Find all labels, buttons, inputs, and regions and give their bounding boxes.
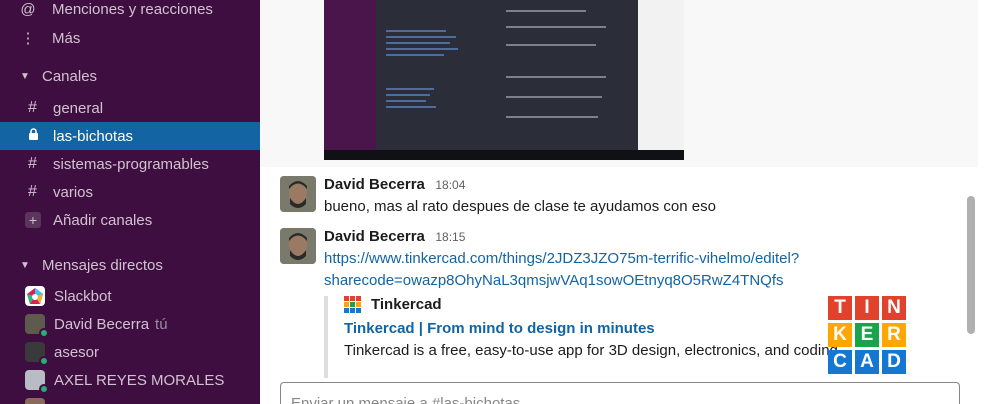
dm-name: asesor (54, 343, 100, 361)
dm-section-header[interactable]: ▼ Mensajes directos (0, 251, 260, 279)
logo-tile: R (882, 323, 906, 347)
section-title: Canales (42, 67, 98, 85)
logo-tile: N (882, 296, 906, 320)
favicon-tile (344, 308, 349, 313)
dm-item-asesor[interactable]: asesor (0, 338, 260, 366)
sidebar-item-more[interactable]: ⋮ Más (0, 24, 260, 52)
hash-icon: # (28, 183, 37, 200)
channel-name: las-bichotas (53, 127, 134, 145)
tinkercad-favicon-icon (344, 296, 361, 313)
at-icon: @ (20, 0, 36, 18)
previous-message-attachment (260, 0, 978, 167)
dm-item-cut-off[interactable] (0, 394, 260, 404)
channels-section-header[interactable]: ▼ Canales (0, 62, 260, 90)
favicon-tile (350, 296, 355, 301)
logo-tile: E (855, 323, 879, 347)
add-channels-button[interactable]: + Añadir canales (0, 206, 260, 234)
logo-tile: K (828, 323, 852, 347)
plus-icon: + (25, 212, 41, 228)
timestamp[interactable]: 18:04 (435, 178, 465, 192)
avatar[interactable] (280, 228, 316, 264)
add-channels-label: Añadir canales (53, 211, 153, 229)
section-title: Mensajes directos (42, 256, 163, 274)
dm-item-david-becerra[interactable]: David Becerra tú (0, 310, 260, 338)
channel-item-las-bichotas[interactable]: las-bichotas (0, 122, 260, 150)
hash-icon: # (28, 155, 37, 172)
link-preview-description: Tinkercad is a free, easy-to-use app for… (344, 342, 843, 359)
channel-item-varios[interactable]: # varios (0, 178, 260, 206)
sidebar-item-label: Menciones y reacciones (52, 0, 213, 18)
dm-item-axel-reyes-morales[interactable]: AXEL REYES MORALES (0, 366, 260, 394)
logo-tile: A (855, 350, 879, 374)
link-preview: Tinkercad Tinkercad | From mind to desig… (324, 296, 906, 378)
more-vertical-icon: ⋮ (20, 30, 36, 47)
message-text: bueno, mas al rato despues de clase te a… (324, 198, 716, 215)
link-preview-title[interactable]: Tinkercad | From mind to design in minut… (344, 320, 655, 337)
logo-tile: I (855, 296, 879, 320)
sidebar-item-mentions[interactable]: @ Menciones y reacciones (0, 0, 260, 23)
presence-online-icon (39, 328, 49, 338)
avatar (25, 398, 45, 404)
channel-item-general[interactable]: # general (0, 94, 260, 122)
dm-name: Slackbot (54, 287, 112, 305)
site-name: Tinkercad (371, 296, 442, 313)
favicon-tile (356, 302, 361, 307)
message-item[interactable]: David Becerra 18:15 https://www.tinkerca… (280, 228, 960, 378)
link-preview-site: Tinkercad (344, 296, 442, 313)
message-pane: David Becerra 18:04 bueno, mas al rato d… (260, 0, 988, 404)
message-link-line-2[interactable]: sharecode=owazp8OhyNaL3qmsjwVAq1sowOEtny… (324, 270, 799, 292)
presence-online-icon (39, 356, 49, 366)
channel-name: sistemas-programables (53, 155, 209, 173)
favicon-tile (356, 296, 361, 301)
slackbot-avatar-icon (25, 286, 45, 306)
dm-name: AXEL REYES MORALES (54, 371, 225, 389)
presence-online-icon (39, 384, 49, 394)
self-indicator: tú (155, 315, 168, 333)
avatar (25, 314, 49, 338)
avatar[interactable] (280, 176, 316, 212)
sidebar: @ Menciones y reacciones ⋮ Más ▼ Canales… (0, 0, 260, 404)
avatar (25, 342, 49, 366)
message-body: https://www.tinkercad.com/things/2JDZ3JZ… (324, 248, 799, 292)
logo-tile: C (828, 350, 852, 374)
favicon-tile (350, 302, 355, 307)
channel-item-sistemas-programables[interactable]: # sistemas-programables (0, 150, 260, 178)
author-name[interactable]: David Becerra (324, 228, 425, 245)
avatar (25, 370, 49, 394)
favicon-tile (344, 302, 349, 307)
author-name[interactable]: David Becerra (324, 176, 425, 193)
timestamp[interactable]: 18:15 (435, 230, 465, 244)
attached-screenshot-image[interactable] (324, 0, 684, 160)
dm-name: David Becerra (54, 315, 150, 333)
favicon-tile (344, 296, 349, 301)
channel-name: varios (53, 183, 94, 201)
scrollbar[interactable] (967, 196, 975, 334)
sidebar-item-label: Más (52, 29, 81, 47)
logo-tile: D (882, 350, 906, 374)
channel-name: general (53, 99, 104, 117)
caret-down-icon: ▼ (20, 259, 30, 271)
favicon-tile (350, 308, 355, 313)
tinkercad-logo[interactable]: TIN KER CAD (828, 296, 906, 374)
logo-tile: T (828, 296, 852, 320)
hash-icon: # (28, 99, 37, 116)
favicon-tile (356, 308, 361, 313)
dm-item-slackbot[interactable]: Slackbot (0, 282, 260, 310)
lock-icon (28, 127, 44, 145)
message-item[interactable]: David Becerra 18:04 bueno, mas al rato d… (280, 176, 960, 216)
message-link-line-1[interactable]: https://www.tinkercad.com/things/2JDZ3JZ… (324, 248, 799, 270)
message-input[interactable]: Enviar un mensaje a #las-bichotas (280, 382, 960, 404)
caret-down-icon: ▼ (20, 70, 30, 82)
